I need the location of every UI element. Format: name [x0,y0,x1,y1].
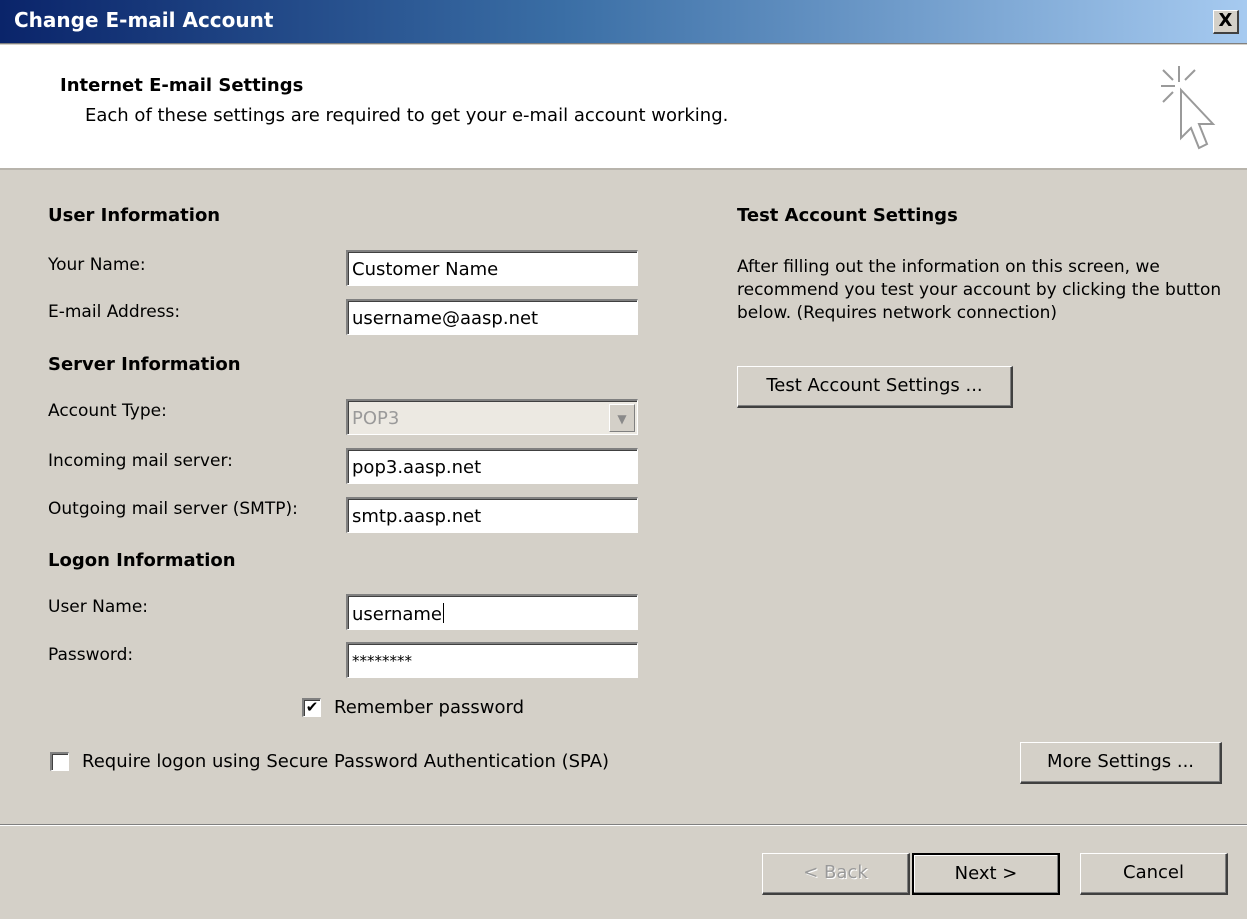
incoming-server-input[interactable]: pop3.aasp.net [346,448,638,484]
close-button[interactable]: X [1213,10,1239,34]
outgoing-server-input[interactable]: smtp.aasp.net [346,497,638,533]
account-type-select: POP3 ▼ [346,399,638,435]
user-information-heading: User Information [48,205,221,226]
window-title: Change E-mail Account [14,8,274,32]
cursor-sparkle-icon [1161,66,1216,150]
email-address-label: E-mail Address: [48,302,181,322]
close-icon: X [1218,10,1233,31]
remember-password-checkbox[interactable]: ✔ [302,698,321,717]
spa-checkbox[interactable] [50,752,69,771]
user-name-value: username [352,604,442,625]
test-account-settings-button[interactable]: Test Account Settings ... [737,366,1013,408]
chevron-down-icon: ▼ [609,404,635,432]
next-button[interactable]: Next > [912,853,1060,895]
account-type-value: POP3 [352,408,400,429]
footer-divider [0,824,1247,826]
your-name-label: Your Name: [48,255,146,275]
remember-password-label[interactable]: Remember password [334,697,524,718]
page-subtitle: Each of these settings are required to g… [85,105,729,126]
server-information-heading: Server Information [48,354,241,375]
user-name-label: User Name: [48,597,149,617]
back-button: < Back [762,853,910,895]
account-type-label: Account Type: [48,401,167,421]
more-settings-button[interactable]: More Settings ... [1020,742,1222,784]
spa-label[interactable]: Require logon using Secure Password Auth… [82,751,609,772]
cancel-button[interactable]: Cancel [1080,853,1228,895]
your-name-input[interactable]: Customer Name [346,250,638,286]
page-title: Internet E-mail Settings [60,75,304,96]
incoming-server-label: Incoming mail server: [48,451,233,471]
email-address-input[interactable]: username@aasp.net [346,299,638,335]
password-label: Password: [48,645,134,665]
test-settings-heading: Test Account Settings [737,205,958,226]
user-name-input[interactable]: username [346,594,638,630]
checkmark-icon: ✔ [305,698,319,716]
test-settings-description: After filling out the information on thi… [737,257,1222,323]
text-caret [443,603,444,623]
wizard-header: Internet E-mail Settings Each of these s… [0,45,1247,170]
logon-information-heading: Logon Information [48,550,236,571]
outgoing-server-label: Outgoing mail server (SMTP): [48,499,298,519]
title-bar: Change E-mail Account X [0,0,1247,44]
password-input[interactable]: ******** [346,642,638,678]
